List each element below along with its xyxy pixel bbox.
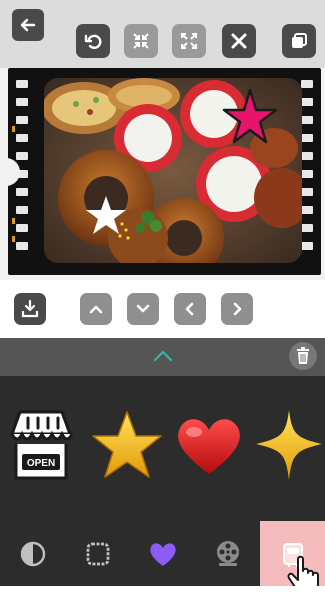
compress-icon	[131, 31, 151, 51]
frame-icon	[84, 540, 112, 568]
chevron-down-icon	[134, 300, 152, 318]
move-up-button[interactable]	[80, 293, 112, 325]
move-left-button[interactable]	[174, 293, 206, 325]
save-button[interactable]	[14, 293, 46, 325]
tab-frames[interactable]	[65, 521, 130, 586]
tab-stickers[interactable]	[260, 521, 325, 594]
food-photo	[44, 78, 302, 263]
open-shop-sticker[interactable]: OPEN	[4, 404, 78, 484]
collapse-panel-button[interactable]	[150, 346, 176, 366]
film-reel-icon	[213, 539, 243, 569]
sticker-controls	[0, 280, 325, 338]
shrink-button[interactable]	[124, 24, 158, 58]
tab-shapes[interactable]	[130, 521, 195, 586]
arrow-left-icon	[19, 16, 37, 34]
save-icon	[20, 299, 40, 319]
delete-sticker-button[interactable]	[222, 24, 256, 58]
gold-star-sticker[interactable]	[90, 404, 164, 484]
gold-sparkle-sticker[interactable]	[252, 404, 325, 484]
top-toolbar	[0, 0, 325, 68]
chevron-up-icon	[87, 300, 105, 318]
red-heart-sticker[interactable]	[172, 404, 246, 484]
trash-icon	[295, 347, 311, 365]
undo-button[interactable]	[76, 24, 110, 58]
film-strip-frame	[8, 68, 321, 275]
heart-icon	[148, 540, 178, 568]
expand-icon	[179, 31, 199, 51]
duplicate-button[interactable]	[282, 24, 316, 58]
copy-icon	[289, 31, 309, 51]
bottom-spacer	[0, 586, 325, 613]
open-sign-text: OPEN	[27, 458, 55, 469]
chevron-up-icon	[151, 348, 175, 364]
undo-icon	[83, 31, 103, 51]
clear-stickers-button[interactable]	[289, 342, 317, 370]
app-root: OPEN	[0, 0, 325, 613]
chevron-left-icon	[181, 300, 199, 318]
contrast-icon	[20, 541, 46, 567]
tab-filters[interactable]	[0, 521, 65, 586]
photo-canvas[interactable]	[0, 68, 325, 280]
tool-tabs	[0, 521, 325, 594]
close-icon	[229, 31, 249, 51]
tab-effects[interactable]	[195, 521, 260, 586]
sticker-sheet: OPEN	[0, 376, 325, 521]
expand-button[interactable]	[172, 24, 206, 58]
move-down-button[interactable]	[127, 293, 159, 325]
chevron-right-icon	[228, 300, 246, 318]
sticker-panel-header	[0, 338, 325, 376]
back-button[interactable]	[12, 9, 44, 41]
move-right-button[interactable]	[221, 293, 253, 325]
